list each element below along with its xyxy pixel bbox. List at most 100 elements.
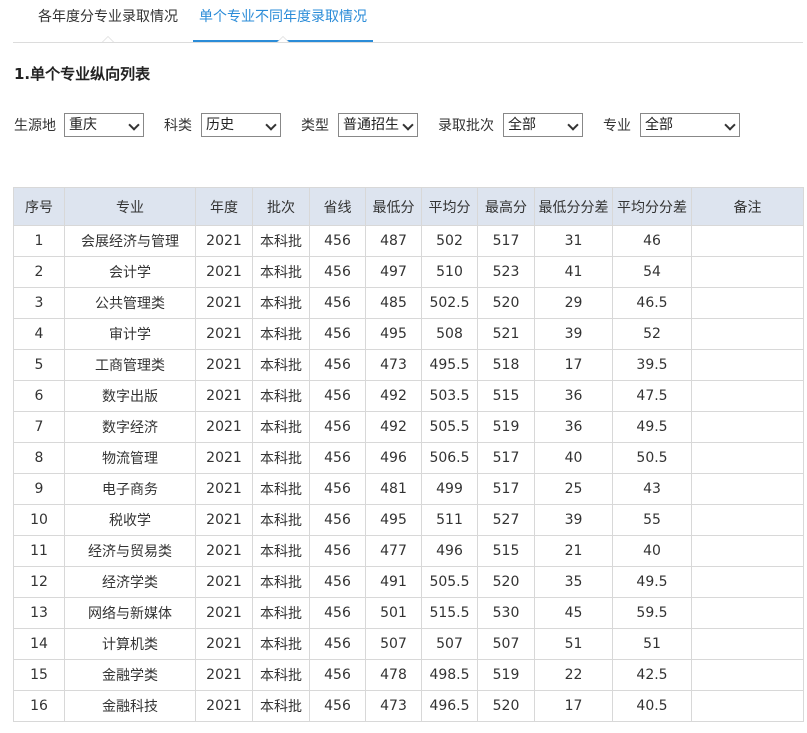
- cell-batch: 本科批: [252, 442, 310, 474]
- cell-province-line: 456: [309, 597, 366, 629]
- cell-avg-score: 510: [421, 256, 478, 288]
- cell-year: 2021: [195, 690, 253, 722]
- cell-major: 经济学类: [64, 566, 196, 598]
- cell-max-score: 518: [477, 349, 535, 381]
- cell-max-score: 520: [477, 690, 535, 722]
- table-row: 7 数字经济 2021 本科批 456 492 505.5 519 36 49.5: [13, 411, 804, 443]
- cell-min-score: 491: [365, 566, 422, 598]
- cell-remarks: [691, 566, 804, 598]
- type-label: 类型: [301, 118, 329, 134]
- table-row: 10 税收学 2021 本科批 456 495 511 527 39 55: [13, 504, 804, 536]
- cell-max-score: 515: [477, 535, 535, 567]
- cell-index: 14: [13, 628, 65, 660]
- header-min-score: 最低分: [365, 187, 422, 226]
- cell-min-diff: 36: [534, 380, 613, 412]
- cell-avg-diff: 49.5: [612, 566, 692, 598]
- cell-min-diff: 22: [534, 659, 613, 691]
- cell-min-diff: 36: [534, 411, 613, 443]
- cell-avg-score: 499: [421, 473, 478, 505]
- source-select-value: 重庆: [69, 117, 97, 133]
- cell-min-score: 473: [365, 690, 422, 722]
- cell-province-line: 456: [309, 535, 366, 567]
- cell-max-score: 519: [477, 659, 535, 691]
- table-row: 11 经济与贸易类 2021 本科批 456 477 496 515 21 40: [13, 535, 804, 567]
- type-select-value: 普通招生: [343, 117, 399, 133]
- cell-province-line: 456: [309, 659, 366, 691]
- major-label: 专业: [603, 118, 631, 134]
- cell-avg-diff: 39.5: [612, 349, 692, 381]
- cell-batch: 本科批: [252, 597, 310, 629]
- cell-major: 数字经济: [64, 411, 196, 443]
- cell-year: 2021: [195, 659, 253, 691]
- table-row: 6 数字出版 2021 本科批 456 492 503.5 515 36 47.5: [13, 380, 804, 412]
- cell-province-line: 456: [309, 349, 366, 381]
- tab-yearly-by-major[interactable]: 各年度分专业录取情况: [23, 0, 193, 42]
- cell-index: 3: [13, 287, 65, 319]
- cell-index: 10: [13, 504, 65, 536]
- tab-label: 单个专业不同年度录取情况: [199, 9, 367, 25]
- cell-remarks: [691, 504, 804, 536]
- table-row: 14 计算机类 2021 本科批 456 507 507 507 51 51: [13, 628, 804, 660]
- subject-select[interactable]: 历史: [201, 113, 281, 137]
- cell-avg-score: 498.5: [421, 659, 478, 691]
- cell-index: 11: [13, 535, 65, 567]
- cell-min-score: 495: [365, 504, 422, 536]
- cell-max-score: 521: [477, 318, 535, 350]
- cell-batch: 本科批: [252, 380, 310, 412]
- cell-avg-score: 502: [421, 225, 478, 257]
- tab-single-major-by-year[interactable]: 单个专业不同年度录取情况: [193, 0, 373, 42]
- cell-max-score: 515: [477, 380, 535, 412]
- cell-min-diff: 35: [534, 566, 613, 598]
- cell-max-score: 527: [477, 504, 535, 536]
- cell-year: 2021: [195, 566, 253, 598]
- major-select[interactable]: 全部: [640, 113, 740, 137]
- cell-province-line: 456: [309, 287, 366, 319]
- cell-avg-diff: 43: [612, 473, 692, 505]
- cell-batch: 本科批: [252, 411, 310, 443]
- section-title: 1.单个专业纵向列表: [14, 65, 151, 83]
- cell-remarks: [691, 256, 804, 288]
- source-select[interactable]: 重庆: [64, 113, 144, 137]
- cell-year: 2021: [195, 442, 253, 474]
- cell-batch: 本科批: [252, 566, 310, 598]
- cell-min-score: 497: [365, 256, 422, 288]
- cell-max-score: 523: [477, 256, 535, 288]
- tab-label: 各年度分专业录取情况: [38, 9, 178, 25]
- header-index: 序号: [13, 187, 65, 226]
- cell-avg-diff: 42.5: [612, 659, 692, 691]
- cell-min-score: 481: [365, 473, 422, 505]
- cell-avg-diff: 51: [612, 628, 692, 660]
- cell-min-score: 487: [365, 225, 422, 257]
- tab-bar: 各年度分专业录取情况 单个专业不同年度录取情况: [13, 0, 803, 43]
- cell-batch: 本科批: [252, 690, 310, 722]
- table-row: 2 会计学 2021 本科批 456 497 510 523 41 54: [13, 256, 804, 288]
- chevron-down-icon: [724, 119, 736, 131]
- cell-max-score: 519: [477, 411, 535, 443]
- cell-avg-score: 503.5: [421, 380, 478, 412]
- cell-avg-diff: 54: [612, 256, 692, 288]
- cell-major: 电子商务: [64, 473, 196, 505]
- cell-year: 2021: [195, 628, 253, 660]
- cell-min-score: 507: [365, 628, 422, 660]
- chevron-down-icon: [265, 119, 277, 131]
- batch-select[interactable]: 全部: [503, 113, 583, 137]
- cell-remarks: [691, 473, 804, 505]
- cell-major: 网络与新媒体: [64, 597, 196, 629]
- cell-index: 7: [13, 411, 65, 443]
- cell-province-line: 456: [309, 318, 366, 350]
- type-select[interactable]: 普通招生: [338, 113, 418, 137]
- header-province-line: 省线: [309, 187, 366, 226]
- cell-remarks: [691, 225, 804, 257]
- cell-year: 2021: [195, 380, 253, 412]
- cell-avg-score: 496.5: [421, 690, 478, 722]
- table-row: 5 工商管理类 2021 本科批 456 473 495.5 518 17 39.5: [13, 349, 804, 381]
- cell-avg-diff: 59.5: [612, 597, 692, 629]
- cell-avg-diff: 52: [612, 318, 692, 350]
- cell-min-diff: 17: [534, 349, 613, 381]
- cell-avg-diff: 46: [612, 225, 692, 257]
- cell-min-diff: 40: [534, 442, 613, 474]
- cell-index: 2: [13, 256, 65, 288]
- cell-province-line: 456: [309, 628, 366, 660]
- cell-province-line: 456: [309, 473, 366, 505]
- cell-batch: 本科批: [252, 349, 310, 381]
